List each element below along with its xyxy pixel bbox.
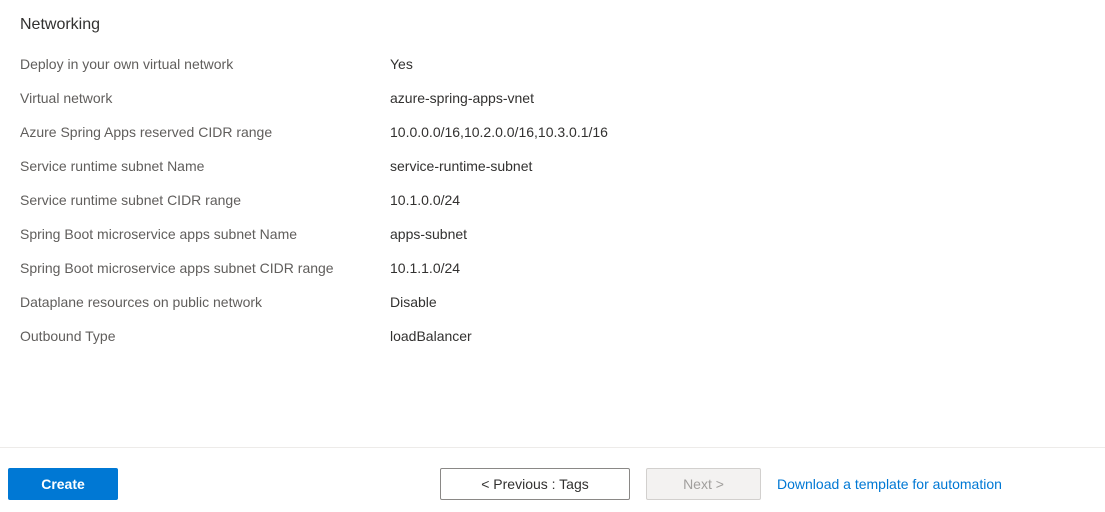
wizard-footer: Create < Previous : Tags Next > Download… <box>0 447 1105 512</box>
value-runtime-subnet-cidr: 10.1.0.0/24 <box>390 190 460 210</box>
label-runtime-subnet-cidr: Service runtime subnet CIDR range <box>20 190 390 210</box>
row-runtime-subnet-name: Service runtime subnet Name service-runt… <box>20 156 1085 176</box>
row-cidr-range: Azure Spring Apps reserved CIDR range 10… <box>20 122 1085 142</box>
row-deploy-vnet: Deploy in your own virtual network Yes <box>20 54 1085 74</box>
row-outbound-type: Outbound Type loadBalancer <box>20 326 1085 346</box>
value-apps-subnet-cidr: 10.1.1.0/24 <box>390 258 460 278</box>
row-apps-subnet-cidr: Spring Boot microservice apps subnet CID… <box>20 258 1085 278</box>
value-apps-subnet-name: apps-subnet <box>390 224 467 244</box>
value-runtime-subnet-name: service-runtime-subnet <box>390 156 532 176</box>
next-button: Next > <box>646 468 761 500</box>
row-dataplane: Dataplane resources on public network Di… <box>20 292 1085 312</box>
label-virtual-network: Virtual network <box>20 88 390 108</box>
previous-button[interactable]: < Previous : Tags <box>440 468 630 500</box>
label-apps-subnet-cidr: Spring Boot microservice apps subnet CID… <box>20 258 390 278</box>
row-apps-subnet-name: Spring Boot microservice apps subnet Nam… <box>20 224 1085 244</box>
label-deploy-vnet: Deploy in your own virtual network <box>20 54 390 74</box>
value-dataplane: Disable <box>390 292 437 312</box>
label-dataplane: Dataplane resources on public network <box>20 292 390 312</box>
value-cidr-range: 10.0.0.0/16,10.2.0.0/16,10.3.0.1/16 <box>390 122 608 142</box>
value-outbound-type: loadBalancer <box>390 326 472 346</box>
download-template-link[interactable]: Download a template for automation <box>777 476 1002 492</box>
value-deploy-vnet: Yes <box>390 54 413 74</box>
networking-section: Networking Deploy in your own virtual ne… <box>0 0 1105 346</box>
label-cidr-range: Azure Spring Apps reserved CIDR range <box>20 122 390 142</box>
section-title: Networking <box>20 16 1085 34</box>
row-virtual-network: Virtual network azure-spring-apps-vnet <box>20 88 1085 108</box>
label-apps-subnet-name: Spring Boot microservice apps subnet Nam… <box>20 224 390 244</box>
label-outbound-type: Outbound Type <box>20 326 390 346</box>
create-button[interactable]: Create <box>8 468 118 500</box>
label-runtime-subnet-name: Service runtime subnet Name <box>20 156 390 176</box>
row-runtime-subnet-cidr: Service runtime subnet CIDR range 10.1.0… <box>20 190 1085 210</box>
value-virtual-network: azure-spring-apps-vnet <box>390 88 534 108</box>
